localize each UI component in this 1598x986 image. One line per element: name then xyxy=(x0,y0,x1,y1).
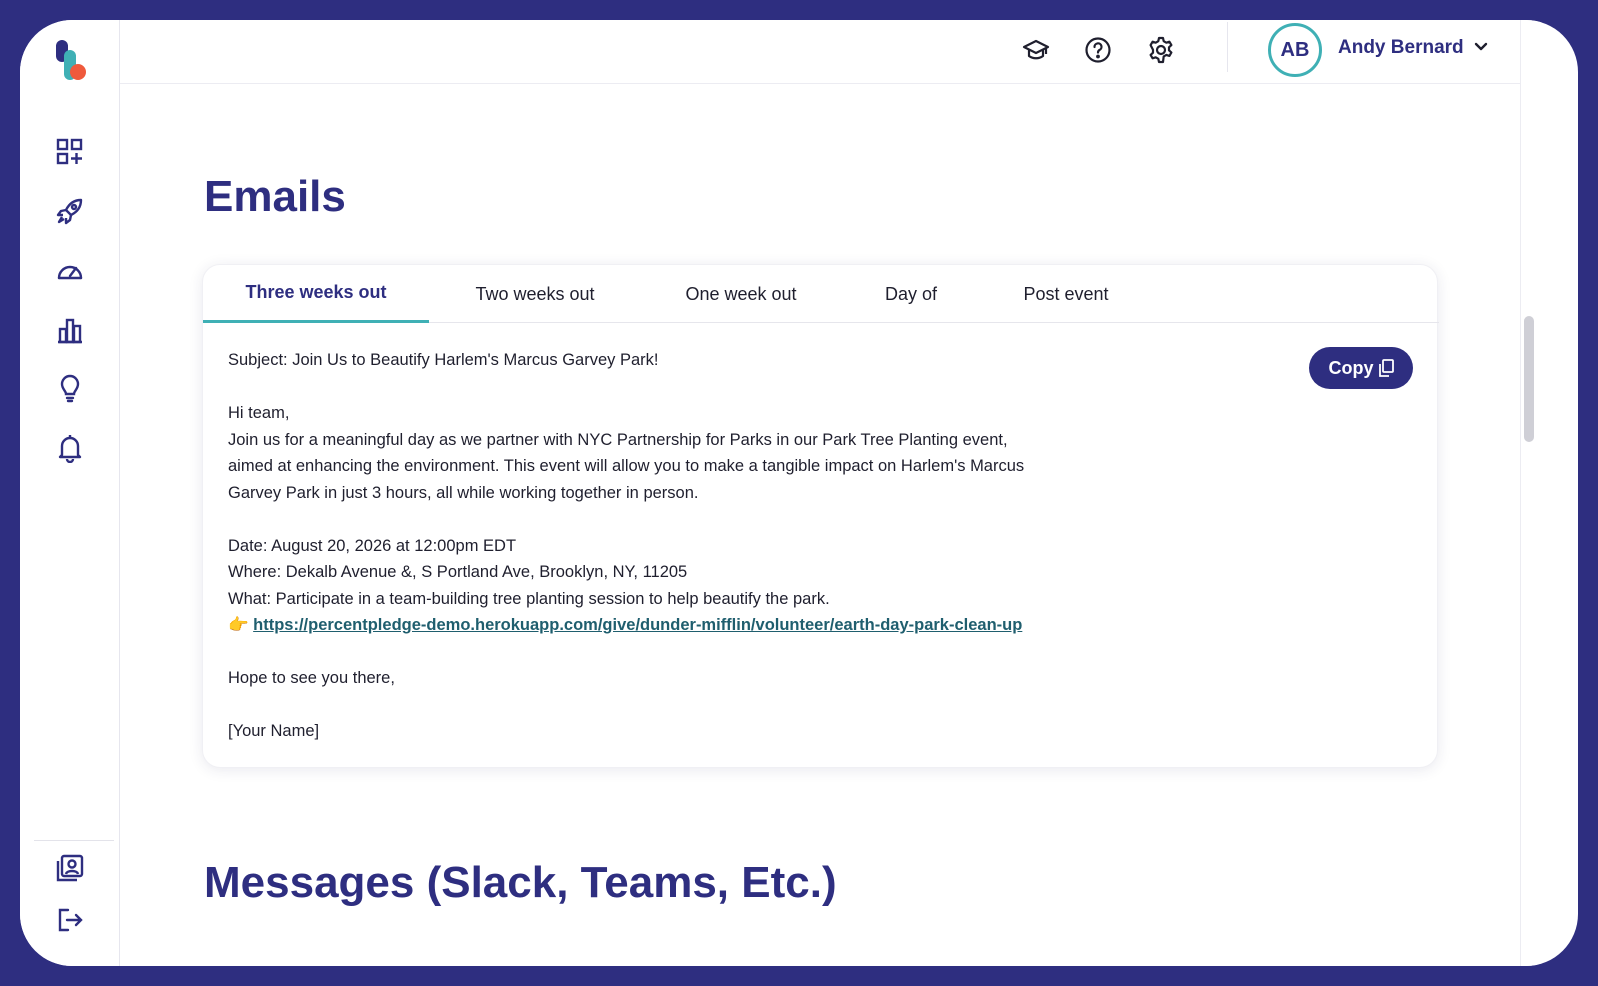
email-location: Where: Dekalb Avenue &, S Portland Ave, … xyxy=(228,563,688,581)
scrollbar-thumb[interactable] xyxy=(1524,316,1534,442)
help-icon[interactable] xyxy=(1082,34,1114,66)
gear-icon[interactable] xyxy=(1145,34,1177,66)
event-link[interactable]: https://percentpledge-demo.herokuapp.com… xyxy=(253,616,1022,634)
bar-chart-icon[interactable] xyxy=(54,314,86,346)
speedometer-icon[interactable] xyxy=(54,255,86,287)
messages-section-title: Messages (Slack, Teams, Etc.) xyxy=(204,858,837,907)
tab-three-weeks-out[interactable]: Three weeks out xyxy=(203,265,429,323)
avatar[interactable]: AB xyxy=(1268,23,1322,77)
tab-day-of[interactable]: Day of xyxy=(841,265,981,323)
email-card: Three weeks out Two weeks out One week o… xyxy=(202,264,1439,768)
logout-icon[interactable] xyxy=(54,904,86,936)
dashboard-add-icon[interactable] xyxy=(54,136,86,168)
bell-icon[interactable] xyxy=(54,432,86,464)
email-greeting: Hi team, xyxy=(228,404,290,422)
email-subject: Subject: Join Us to Beautify Harlem's Ma… xyxy=(228,351,659,369)
email-body-line: aimed at enhancing the environment. This… xyxy=(228,457,1025,475)
topbar-separator xyxy=(1227,22,1228,72)
app-window: AB Andy Bernard Emails Three weeks out T… xyxy=(20,20,1578,966)
scrollbar-track[interactable] xyxy=(1520,20,1542,966)
top-bar: AB Andy Bernard xyxy=(120,20,1520,84)
page-title: Emails xyxy=(204,172,346,221)
email-link-line: 👉 https://percentpledge-demo.herokuapp.c… xyxy=(228,612,1128,639)
copy-icon xyxy=(1378,359,1394,377)
rocket-icon[interactable] xyxy=(54,195,86,227)
email-closing: Hope to see you there, xyxy=(228,669,395,687)
copy-button[interactable]: Copy xyxy=(1309,347,1413,389)
tab-two-weeks-out[interactable]: Two weeks out xyxy=(429,265,641,323)
app-logo[interactable] xyxy=(54,40,88,82)
email-body-line: Join us for a meaningful day as we partn… xyxy=(228,430,1008,449)
email-date: Date: August 20, 2026 at 12:00pm EDT xyxy=(228,536,517,555)
chevron-down-icon[interactable] xyxy=(1472,38,1490,56)
sidebar-divider xyxy=(34,840,114,841)
copy-button-label: Copy xyxy=(1328,357,1374,378)
tab-one-week-out[interactable]: One week out xyxy=(641,265,841,323)
graduation-cap-icon[interactable] xyxy=(1020,34,1052,66)
lightbulb-icon[interactable] xyxy=(54,372,86,404)
email-body: Subject: Join Us to Beautify Harlem's Ma… xyxy=(228,347,1128,745)
email-body-line: Garvey Park in just 3 hours, all while w… xyxy=(228,483,699,502)
sidebar xyxy=(20,20,120,966)
email-tabs: Three weeks out Two weeks out One week o… xyxy=(203,265,1439,323)
pointing-hand-icon: 👉 xyxy=(228,616,249,634)
email-what: What: Participate in a team-building tre… xyxy=(228,589,830,608)
tab-post-event[interactable]: Post event xyxy=(981,265,1151,323)
profile-card-icon[interactable] xyxy=(54,852,86,884)
user-name[interactable]: Andy Bernard xyxy=(1338,37,1464,59)
email-signature: [Your Name] xyxy=(228,722,320,740)
